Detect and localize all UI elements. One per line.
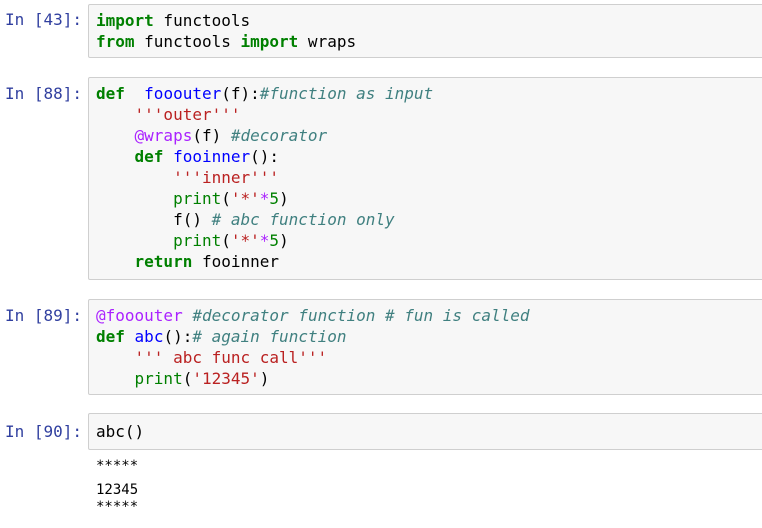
- code-input-area[interactable]: @fooouter #decorator function # fun is c…: [88, 299, 762, 395]
- code-editor[interactable]: import functools from functools import wr…: [96, 10, 356, 52]
- code-line: print('*'*5): [96, 188, 433, 209]
- code-token: functools: [153, 11, 251, 30]
- code-line: return fooinner: [96, 251, 433, 272]
- code-token: (: [221, 189, 231, 208]
- code-token: # again function: [192, 327, 347, 346]
- code-token: # abc function only: [211, 210, 395, 229]
- code-token: def: [96, 84, 125, 103]
- code-token: ): [279, 189, 289, 208]
- code-token: 5: [269, 189, 280, 208]
- code-line: @wraps(f) #decorator: [96, 125, 433, 146]
- code-token: wraps: [298, 32, 357, 51]
- code-line: f() # abc function only: [96, 209, 433, 230]
- code-token: (f):: [221, 84, 260, 103]
- code-token: print: [173, 189, 222, 208]
- code-token: return: [134, 252, 193, 271]
- code-token: '*': [230, 189, 260, 208]
- code-line: print('*'*5): [96, 230, 433, 251]
- output-line: 12345: [96, 482, 139, 498]
- code-token: *: [259, 231, 270, 250]
- code-token: fooouter: [144, 84, 222, 103]
- code-token: print: [134, 369, 183, 388]
- code-token: print: [173, 231, 222, 250]
- code-line: print('12345'): [96, 368, 530, 389]
- code-line: @fooouter #decorator function # fun is c…: [96, 305, 530, 326]
- code-token: ():: [250, 147, 280, 166]
- code-token: '''inner''': [173, 168, 280, 187]
- code-token: @fooouter: [96, 306, 183, 325]
- code-line: def fooouter(f):#function as input: [96, 83, 433, 104]
- code-token: abc(): [96, 422, 145, 441]
- code-editor[interactable]: abc(): [96, 421, 144, 442]
- code-token: '*': [230, 231, 260, 250]
- code-token: fooinner: [173, 147, 251, 166]
- code-input-area[interactable]: import functools from functools import wr…: [88, 4, 762, 58]
- code-token: *: [259, 189, 270, 208]
- cell-prompt: In [88]:: [5, 84, 83, 103]
- code-token: '12345': [192, 369, 260, 388]
- code-line: from functools import wraps: [96, 31, 356, 52]
- code-token: abc: [134, 327, 164, 346]
- code-token: from: [96, 32, 135, 51]
- code-editor[interactable]: def fooouter(f):#function as input '''ou…: [96, 83, 433, 272]
- code-token: import: [240, 32, 299, 51]
- code-token: def: [134, 147, 164, 166]
- code-line: abc(): [96, 421, 144, 442]
- code-line: ''' abc func call''': [96, 347, 530, 368]
- cell-prompt: In [89]:: [5, 306, 83, 325]
- code-line: import functools: [96, 10, 356, 31]
- code-token: ():: [163, 327, 193, 346]
- code-token: (: [182, 369, 193, 388]
- code-token: ): [279, 231, 289, 250]
- code-token: (f): [192, 126, 231, 145]
- code-line: def fooinner():: [96, 146, 433, 167]
- code-token: (: [221, 231, 231, 250]
- code-input-area[interactable]: def fooouter(f):#function as input '''ou…: [88, 77, 762, 280]
- code-token: #decorator function # fun is called: [192, 306, 530, 325]
- code-token: ): [259, 369, 270, 388]
- output-line: *****: [96, 458, 139, 474]
- code-token: import: [96, 11, 154, 30]
- code-token: def: [96, 327, 125, 346]
- code-token: fooinner: [192, 252, 280, 271]
- code-line: def abc():# again function: [96, 326, 530, 347]
- cell-prompt: In [43]:: [5, 10, 83, 29]
- code-token: f(): [173, 210, 212, 229]
- code-token: '''outer''': [134, 105, 241, 124]
- code-token: @wraps: [134, 126, 193, 145]
- code-token: ''' abc func call''': [134, 348, 328, 367]
- cell-prompt: In [90]:: [5, 422, 83, 441]
- code-token: #decorator: [230, 126, 328, 145]
- code-token: 5: [269, 231, 280, 250]
- code-token: functools: [134, 32, 241, 51]
- code-line: '''outer''': [96, 104, 433, 125]
- code-line: '''inner''': [96, 167, 433, 188]
- code-editor[interactable]: @fooouter #decorator function # fun is c…: [96, 305, 530, 389]
- output-line: *****: [96, 499, 139, 515]
- code-token: #function as input: [259, 84, 434, 103]
- code-input-area[interactable]: abc(): [88, 413, 762, 450]
